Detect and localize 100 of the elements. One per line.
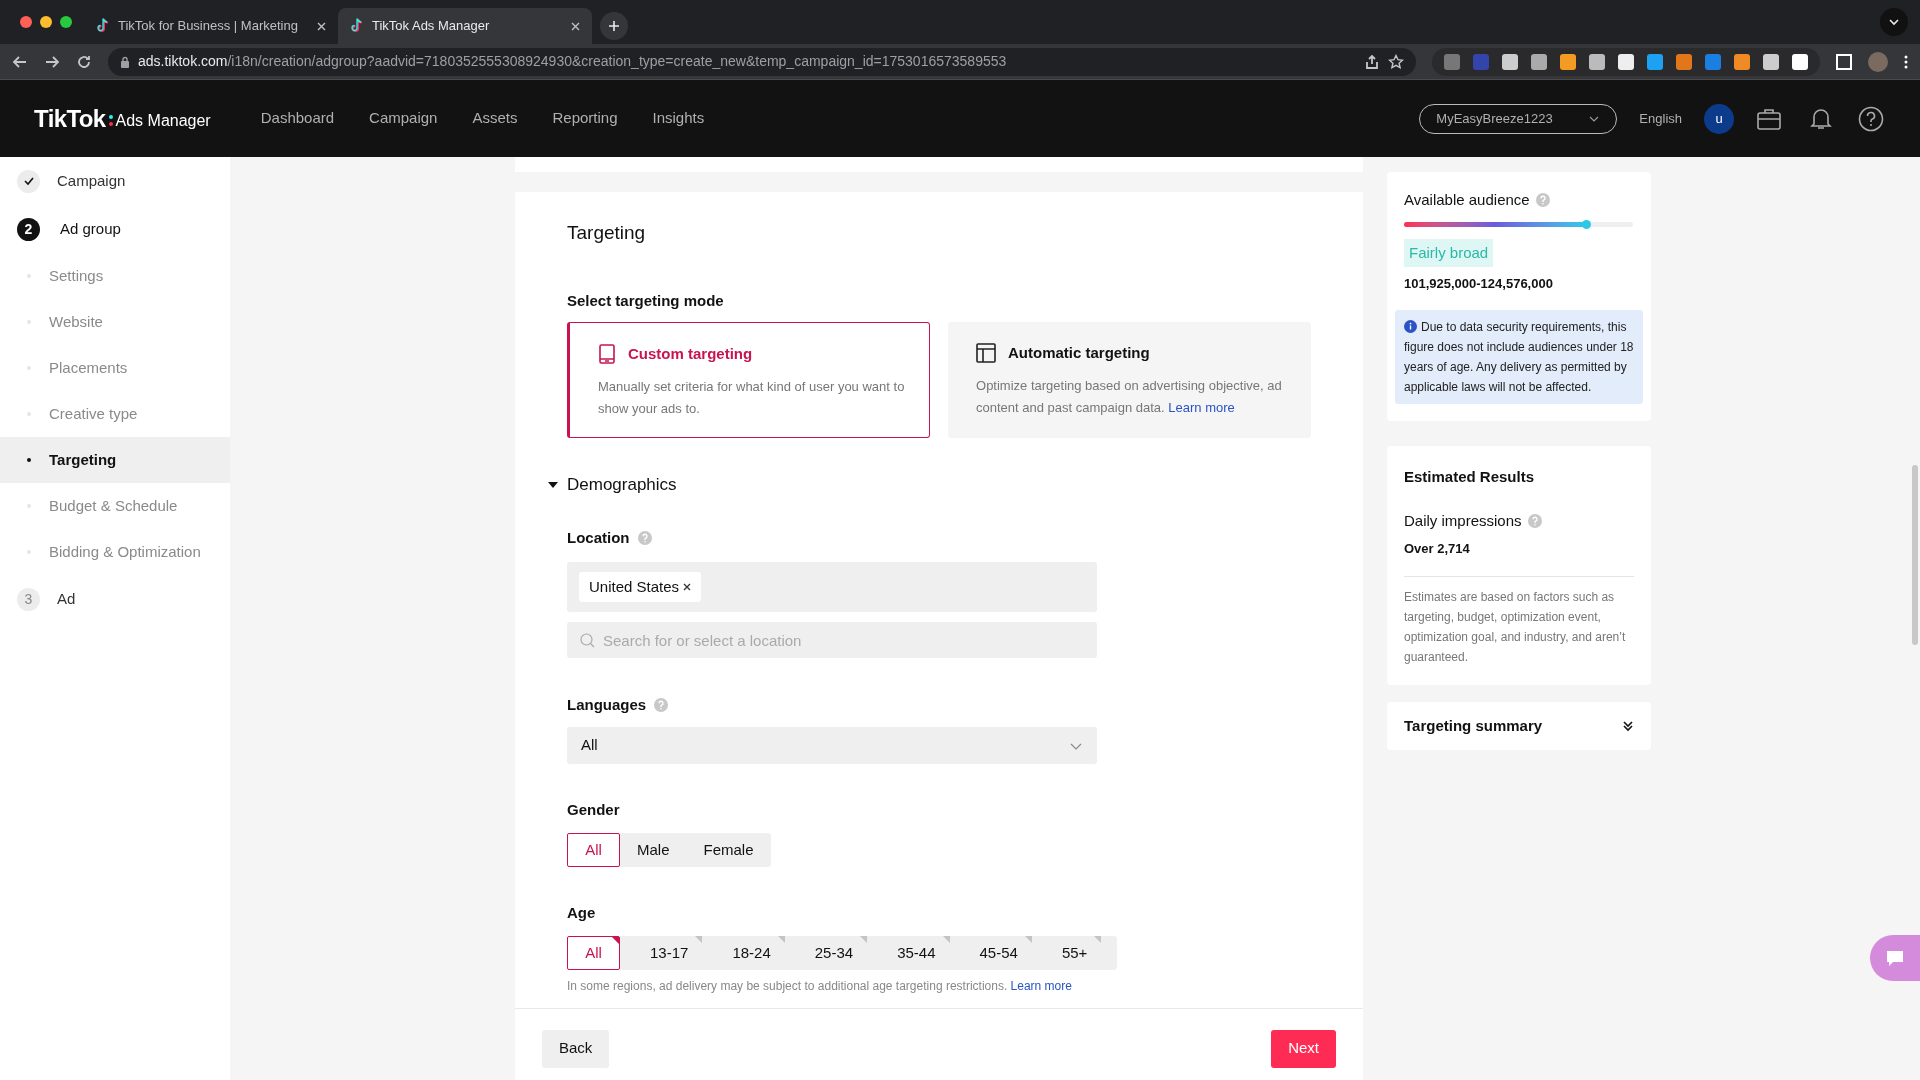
card-title: Available audience xyxy=(1404,190,1530,210)
help-icon xyxy=(1527,514,1542,529)
help-icon[interactable] xyxy=(1858,105,1884,132)
age-option[interactable]: All xyxy=(567,936,620,970)
sidebar-step[interactable]: Ad group xyxy=(60,217,121,241)
briefcase-icon[interactable] xyxy=(1756,106,1782,131)
share-icon[interactable] xyxy=(1364,53,1380,70)
remove-icon[interactable] xyxy=(683,583,692,591)
gender-option[interactable]: All xyxy=(567,833,620,867)
chat-icon xyxy=(1885,949,1905,967)
back-button[interactable]: Back xyxy=(542,1029,610,1068)
new-tab-button[interactable] xyxy=(600,12,628,40)
gender-option[interactable]: Female xyxy=(686,833,771,867)
nav-link[interactable]: Campaign xyxy=(369,107,438,130)
extension-icon[interactable] xyxy=(1618,53,1634,70)
user-avatar[interactable]: u xyxy=(1704,103,1734,134)
step-number: 2 xyxy=(17,217,40,241)
location-tag: United States xyxy=(579,572,702,602)
logo-dots-icon xyxy=(108,115,113,126)
sidebar-item[interactable]: Settings xyxy=(0,253,230,299)
bookmark-star-icon[interactable] xyxy=(1388,53,1404,70)
search-icon xyxy=(580,633,595,648)
tiktok-icon xyxy=(350,18,364,34)
section-title: Targeting xyxy=(567,222,647,244)
age-option[interactable]: 18-24 xyxy=(718,936,785,970)
field-label: Location xyxy=(567,528,630,548)
audience-rating-badge: Fairly broad xyxy=(1404,238,1494,267)
maximize-window-icon[interactable] xyxy=(60,16,72,28)
forward-icon[interactable] xyxy=(44,53,60,70)
layout-icon xyxy=(976,343,996,364)
double-chevron-icon xyxy=(1622,720,1634,732)
targeting-summary-toggle[interactable]: Targeting summary xyxy=(1387,702,1651,750)
sidebar-item[interactable]: Placements xyxy=(0,345,230,391)
back-icon[interactable] xyxy=(12,53,28,70)
targeting-mode-option[interactable]: Automatic targeting Optimize targeting based on advertising objective, ad content and past campaign data. Learn more xyxy=(948,322,1311,438)
notification-bell-icon[interactable] xyxy=(1810,106,1832,131)
extension-icon[interactable] xyxy=(1502,53,1518,70)
option-description: Manually set criteria for what kind of user you want to show your ads to. xyxy=(598,377,906,418)
extension-icon[interactable] xyxy=(1763,53,1779,70)
extension-icon[interactable] xyxy=(1531,53,1547,70)
extension-icon[interactable] xyxy=(1589,53,1605,70)
card-title: Estimated Results xyxy=(1404,466,1536,487)
help-icon xyxy=(637,531,652,545)
sidebar-item[interactable]: Budget & Schedule xyxy=(0,483,230,529)
close-tab-icon[interactable] xyxy=(317,21,326,31)
age-option[interactable]: 45-54 xyxy=(965,936,1032,970)
logo[interactable]: TikTok xyxy=(34,100,106,137)
tiktok-icon xyxy=(96,18,110,34)
sidebar-step[interactable]: Campaign xyxy=(57,169,126,193)
caret-icon xyxy=(548,481,558,489)
sidebar-item[interactable]: Creative type xyxy=(0,391,230,437)
languages-dropdown[interactable]: All xyxy=(567,727,1097,764)
location-search-field[interactable]: Search for or select a location xyxy=(567,622,1097,658)
reload-icon[interactable] xyxy=(76,53,92,70)
location-chip-field[interactable]: United States xyxy=(567,562,1097,612)
nav-link[interactable]: Assets xyxy=(472,107,518,130)
nav-link[interactable]: Reporting xyxy=(552,107,618,130)
chevron-down-icon xyxy=(1888,16,1900,28)
browser-tab[interactable]: TikTok Ads Manager xyxy=(338,8,592,44)
more-icon[interactable] xyxy=(1904,54,1908,69)
age-option[interactable]: 25-34 xyxy=(800,936,868,970)
language-selector[interactable]: English xyxy=(1639,108,1682,129)
sidebar-item[interactable]: Targeting xyxy=(0,437,230,483)
extension-icon[interactable] xyxy=(1734,53,1750,70)
age-option[interactable]: 13-17 xyxy=(636,936,703,970)
audience-meter-thumb xyxy=(1582,219,1592,229)
url-text: ads.tiktok.com/i18n/creation/adgroup?aadvid=7180352555308924930&creation_type=create_new&temp_campaign_id=1753016573589553 xyxy=(138,52,1007,71)
age-option[interactable]: 35-44 xyxy=(883,936,950,970)
age-note: In some regions, ad delivery may be subject to additional age targeting restrictions. Learn more xyxy=(567,978,1073,994)
sidebar-item[interactable]: Website xyxy=(0,299,230,345)
sidebar-item[interactable]: Bidding & Optimization xyxy=(0,529,230,575)
tab-list-button[interactable] xyxy=(1880,8,1908,36)
demographics-section-toggle[interactable]: Demographics xyxy=(548,474,1311,496)
lock-icon xyxy=(120,55,130,68)
minimize-window-icon[interactable] xyxy=(40,16,52,28)
metric-value: Over 2,714 xyxy=(1404,539,1471,558)
close-tab-icon[interactable] xyxy=(571,21,580,31)
field-label: Languages xyxy=(567,695,647,715)
learn-more-link[interactable]: Learn more xyxy=(1168,399,1235,415)
next-button[interactable]: Next xyxy=(1271,1029,1336,1068)
close-window-icon[interactable] xyxy=(20,16,32,28)
nav-link[interactable]: Dashboard xyxy=(260,107,335,130)
targeting-mode-option[interactable]: Custom targeting Manually set criteria for what kind of user you want to show your ads to. xyxy=(567,322,930,438)
estimates-note: Estimates are based on factors such as targeting, budget, optimization event, optimization goal, and industry, and aren’t guaranteed. xyxy=(1404,589,1627,666)
help-icon xyxy=(654,698,669,712)
extension-icon[interactable] xyxy=(1560,53,1576,70)
nav-link[interactable]: Insights xyxy=(652,107,705,130)
sidebar-toggle-icon[interactable] xyxy=(1836,53,1852,70)
product-name: Ads Manager xyxy=(115,110,211,131)
learn-more-link[interactable]: Learn more xyxy=(1010,979,1072,993)
sidebar-step[interactable]: Ad xyxy=(57,587,76,611)
extension-icon[interactable] xyxy=(1792,53,1808,70)
field-label: Age xyxy=(567,903,596,923)
age-option[interactable]: 55+ xyxy=(1047,936,1102,970)
option-title: Custom targeting xyxy=(628,344,753,364)
tablet-icon xyxy=(598,344,616,365)
option-description: Optimize targeting based on advertising objective, ad content and past campaign data. Learn more xyxy=(976,376,1283,417)
address-bar[interactable]: ads.tiktok.com/i18n/creation/adgroup?aadvid=7180352555308924930&creation_type=create_new&temp_campaign_id=1753016573589553 xyxy=(108,47,1416,76)
gender-option[interactable]: Male xyxy=(620,833,687,867)
plus-icon xyxy=(608,20,620,32)
